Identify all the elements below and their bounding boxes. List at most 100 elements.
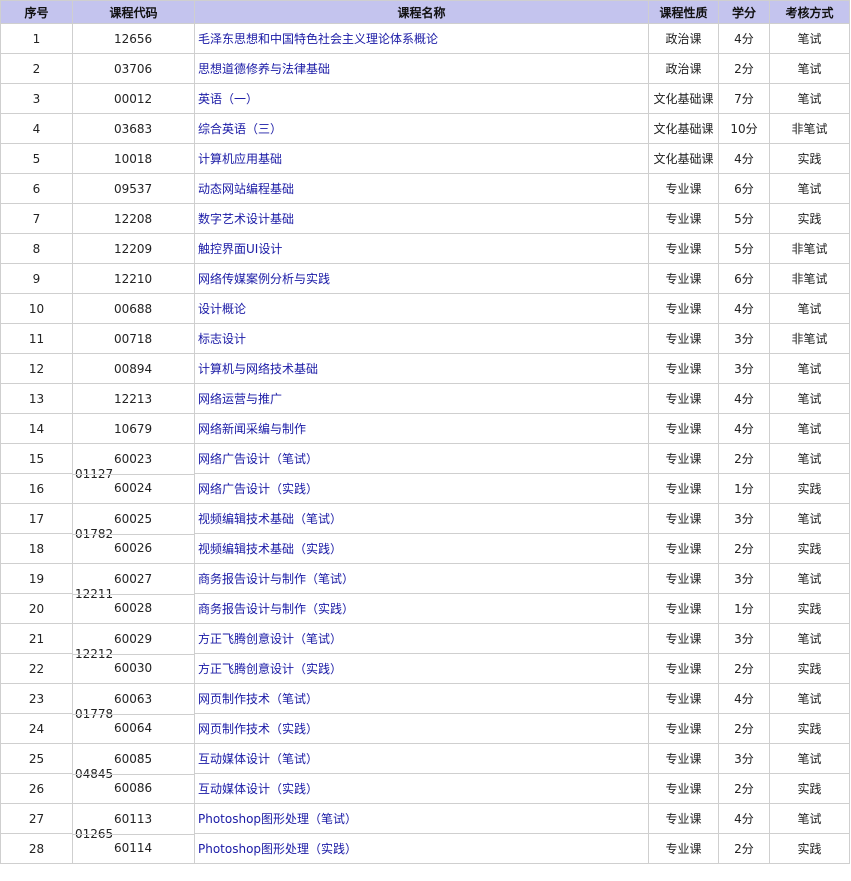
course-code: 03683 [72,113,195,144]
table-body: 1 12656 毛泽东思想和中国特色社会主义理论体系概论 政治课 4分 笔试 2 03706 思… [0,23,850,864]
course-name-link[interactable]: 视频编辑技术基础（实践） [198,542,342,556]
table-row: 5 10018 计算机应用基础 文化基础课 4分 实践 [0,143,850,174]
course-name-link[interactable]: 方正飞腾创意设计（实践） [198,662,342,676]
course-type: 专业课 [648,593,719,624]
course-name-cell: 网络广告设计（笔试） [194,443,649,474]
row-number: 27 [0,803,73,834]
course-type: 文化基础课 [648,83,719,114]
course-type: 专业课 [648,203,719,234]
exam-method: 笔试 [769,563,850,594]
exam-method: 实践 [769,773,850,804]
row-number: 20 [0,593,73,624]
exam-method: 笔试 [769,383,850,414]
course-name-link[interactable]: 触控界面UI设计 [198,242,282,256]
row-number: 24 [0,713,73,744]
row-number: 9 [0,263,73,294]
table-row: 13 12213 网络运营与推广 专业课 4分 笔试 [0,383,850,414]
table-row: 11 00718 标志设计 专业课 3分 非笔试 [0,323,850,354]
exam-method: 实践 [769,593,850,624]
course-name-link[interactable]: 网络传媒案例分析与实践 [198,272,330,286]
course-name-link[interactable]: 网页制作技术（实践） [198,722,318,736]
header-course-name: 课程名称 [194,0,649,24]
course-type: 专业课 [648,323,719,354]
course-code: 12208 [72,203,195,234]
course-type: 专业课 [648,803,719,834]
course-name-cell: 方正飞腾创意设计（实践） [194,653,649,684]
course-name-cell: 毛泽东思想和中国特色社会主义理论体系概论 [194,23,649,54]
row-number: 3 [0,83,73,114]
course-credit: 2分 [718,53,770,84]
course-name-link[interactable]: 互动媒体设计（笔试） [198,752,318,766]
row-number: 7 [0,203,73,234]
header-course-code: 课程代码 [72,0,195,24]
table-row: 15 01127 60023 60024 网络广告设计（笔试） 专业课 2分 笔试 [0,443,850,504]
course-name-link[interactable]: 设计概论 [198,302,246,316]
exam-method: 笔试 [769,623,850,654]
course-name-link[interactable]: 互动媒体设计（实践） [198,782,318,796]
row-number: 28 [0,833,73,864]
course-code-group: 01778 60063 60064 [72,683,195,744]
course-name-link[interactable]: 视频编辑技术基础（笔试） [198,512,342,526]
course-code: 60028 [114,601,153,616]
course-name-cell: 视频编辑技术基础（实践） [194,533,649,564]
course-name-link[interactable]: Photoshop图形处理（笔试） [198,812,357,826]
course-name-link[interactable]: 动态网站编程基础 [198,182,294,196]
course-type: 专业课 [648,533,719,564]
row-number: 21 [0,623,73,654]
course-credit: 1分 [718,593,770,624]
course-credit: 5分 [718,233,770,264]
table-row: 23 01778 60063 60064 网页制作技术（笔试） 专业课 4分 笔试 [0,683,850,744]
course-name-cell: 计算机与网络技术基础 [194,353,649,384]
course-credit: 2分 [718,443,770,474]
course-name-link[interactable]: 网络广告设计（实践） [198,482,318,496]
course-credit: 3分 [718,503,770,534]
row-number: 10 [0,293,73,324]
course-name-link[interactable]: 网页制作技术（笔试） [198,692,318,706]
table-row: 14 10679 网络新闻采编与制作 专业课 4分 笔试 [0,413,850,444]
course-name-cell: 触控界面UI设计 [194,233,649,264]
table-row: 25 04845 60085 60086 互动媒体设计（笔试） 专业课 3分 笔试 [0,743,850,804]
course-name-link[interactable]: 网络广告设计（笔试） [198,452,318,466]
course-name-cell: 网络传媒案例分析与实践 [194,263,649,294]
course-name-link[interactable]: 综合英语（三） [198,122,282,136]
course-credit: 10分 [718,113,770,144]
course-type: 专业课 [648,353,719,384]
course-credit: 3分 [718,743,770,774]
course-credit: 2分 [718,533,770,564]
course-type: 专业课 [648,263,719,294]
course-name-link[interactable]: 计算机与网络技术基础 [198,362,318,376]
course-name-link[interactable]: 毛泽东思想和中国特色社会主义理论体系概论 [198,32,438,46]
course-type: 专业课 [648,413,719,444]
course-name-cell: 网络新闻采编与制作 [194,413,649,444]
exam-method: 实践 [769,533,850,564]
course-code: 60113 [114,811,153,826]
course-type: 专业课 [648,503,719,534]
course-table: 序号 课程代码 课程名称 课程性质 学分 考核方式 1 12656 毛泽东思想和中国… [0,0,850,864]
course-type: 专业课 [648,293,719,324]
course-name-link[interactable]: 网络运营与推广 [198,392,282,406]
course-name-link[interactable]: 商务报告设计与制作（实践） [198,602,354,616]
course-type: 专业课 [648,683,719,714]
course-name-link[interactable]: 思想道德修养与法律基础 [198,62,330,76]
course-name-link[interactable]: 网络新闻采编与制作 [198,422,306,436]
course-name-cell: Photoshop图形处理（实践） [194,833,649,864]
course-name-link[interactable]: 数字艺术设计基础 [198,212,294,226]
course-name-cell: 数字艺术设计基础 [194,203,649,234]
course-name-link[interactable]: 方正飞腾创意设计（笔试） [198,632,342,646]
table-row: 19 12211 60027 60028 商务报告设计与制作（笔试） 专业课 3分 笔试 [0,563,850,624]
course-name-link[interactable]: 标志设计 [198,332,246,346]
course-name-link[interactable]: 计算机应用基础 [198,152,282,166]
table-row: 9 12210 网络传媒案例分析与实践 专业课 6分 非笔试 [0,263,850,294]
row-number: 14 [0,413,73,444]
row-number: 18 [0,533,73,564]
course-name-link[interactable]: 商务报告设计与制作（笔试） [198,572,354,586]
course-type: 专业课 [648,713,719,744]
course-credit: 1分 [718,473,770,504]
header-credit: 学分 [718,0,770,24]
exam-method: 笔试 [769,23,850,54]
course-credit: 5分 [718,203,770,234]
course-code: 60024 [114,481,153,496]
course-name-link[interactable]: Photoshop图形处理（实践） [198,842,357,856]
course-name-link[interactable]: 英语（一） [198,92,258,106]
course-code: 60030 [114,661,153,676]
